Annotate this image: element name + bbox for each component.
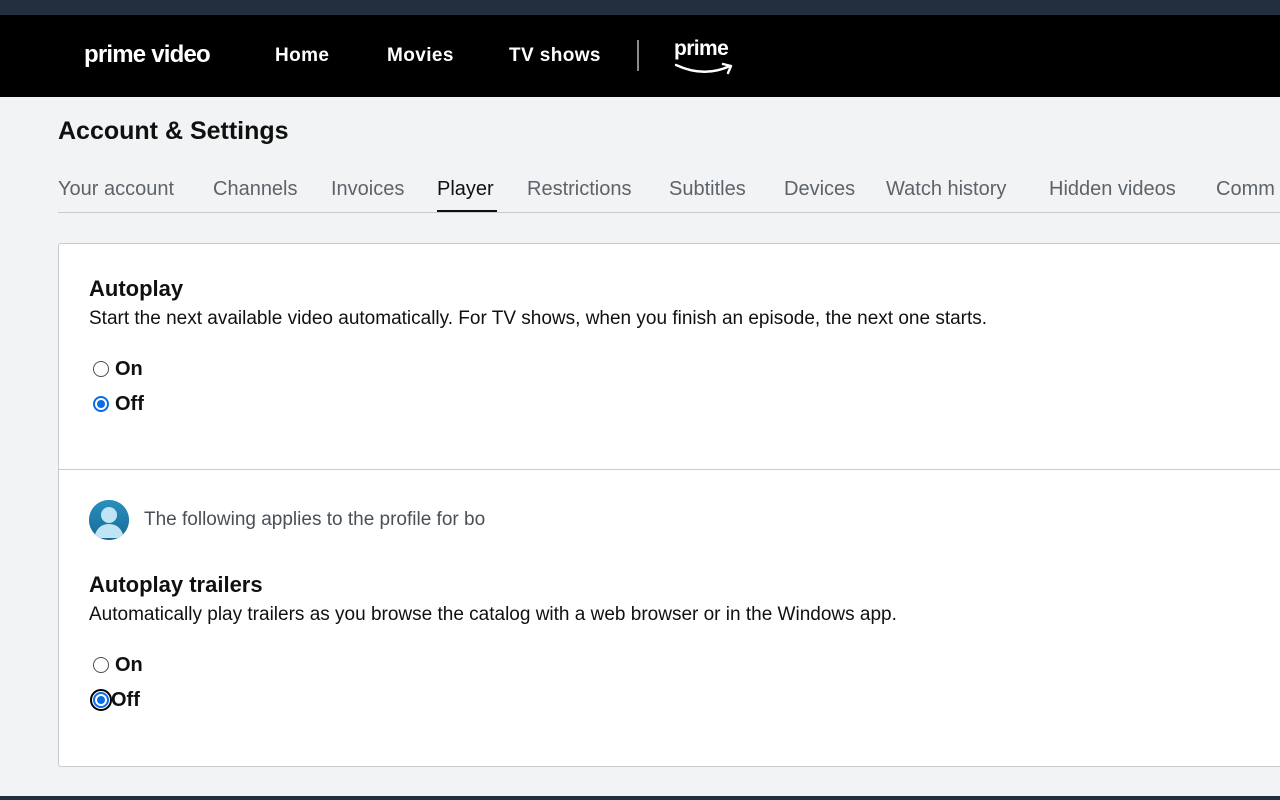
active-tab-indicator	[437, 210, 497, 212]
nav-separator	[637, 40, 639, 71]
autoplay-off-option[interactable]: Off	[93, 392, 144, 416]
autoplay-off-label[interactable]: Off	[115, 393, 144, 416]
prime-smile-icon	[674, 62, 733, 75]
tab-comm[interactable]: Comm	[1216, 178, 1275, 201]
top-navbar: prime video Home Movies TV shows prime	[0, 15, 1280, 97]
settings-tabs: Your account Channels Invoices Player Re…	[58, 170, 1280, 213]
section-divider	[59, 469, 1280, 470]
page-title: Account & Settings	[58, 117, 289, 145]
autoplay-description: Start the next available video automatic…	[89, 308, 988, 329]
nav-movies-link[interactable]: Movies	[387, 45, 454, 67]
profile-notice-text: The following applies to the profile for…	[144, 509, 486, 530]
profile-notice: The following applies to the profile for…	[89, 500, 485, 540]
autoplay-on-label[interactable]: On	[115, 358, 143, 381]
browser-top-strip	[0, 0, 1280, 15]
autoplay-trailers-description: Automatically play trailers as you brows…	[89, 604, 897, 625]
prime-badge-label: prime	[674, 37, 729, 60]
tab-your-account[interactable]: Your account	[58, 178, 174, 201]
tab-channels[interactable]: Channels	[213, 178, 298, 201]
trailers-off-option[interactable]: Off	[90, 688, 140, 712]
autoplay-on-option[interactable]: On	[93, 357, 143, 381]
trailers-on-radio[interactable]	[93, 657, 109, 673]
trailers-off-label[interactable]: Off	[111, 689, 140, 712]
user-avatar-icon	[89, 500, 129, 540]
tab-invoices[interactable]: Invoices	[331, 178, 404, 201]
autoplay-trailers-title: Autoplay trailers	[89, 572, 263, 597]
prime-video-logo[interactable]: prime video	[84, 41, 211, 69]
tab-watch-history[interactable]: Watch history	[886, 178, 1006, 201]
trailers-on-option[interactable]: On	[93, 653, 143, 677]
tab-subtitles[interactable]: Subtitles	[669, 178, 746, 201]
player-settings-card: Autoplay Start the next available video …	[58, 243, 1280, 767]
tab-hidden-videos[interactable]: Hidden videos	[1049, 178, 1176, 201]
prime-badge[interactable]: prime	[674, 37, 736, 77]
autoplay-off-radio[interactable]	[93, 396, 109, 412]
tab-player[interactable]: Player	[437, 178, 494, 201]
tab-devices[interactable]: Devices	[784, 178, 855, 201]
trailers-on-label[interactable]: On	[115, 654, 143, 677]
autoplay-on-radio[interactable]	[93, 361, 109, 377]
nav-home-link[interactable]: Home	[275, 45, 329, 67]
trailers-off-radio[interactable]	[90, 689, 112, 711]
browser-bottom-strip	[0, 796, 1280, 800]
tab-restrictions[interactable]: Restrictions	[527, 178, 631, 201]
autoplay-title: Autoplay	[89, 276, 184, 301]
nav-tv-shows-link[interactable]: TV shows	[509, 45, 601, 67]
